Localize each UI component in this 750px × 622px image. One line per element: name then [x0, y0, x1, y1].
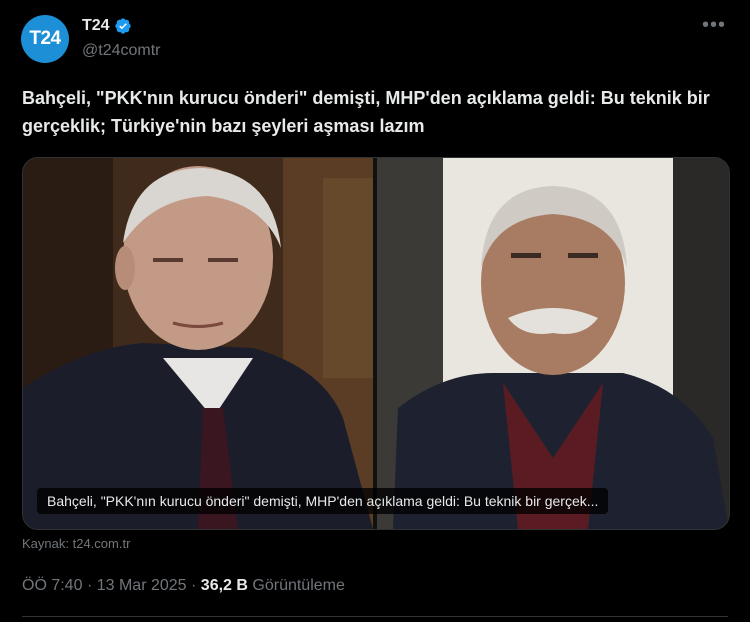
meta-separator: ·: [86, 577, 93, 594]
account-handle[interactable]: @t24comtr: [82, 42, 160, 60]
tweet-meta: ÖÖ 7:40 · 13 Mar 2025 · 36,2 B Görüntüle…: [22, 577, 345, 595]
news-photo: [23, 158, 729, 529]
verified-badge-icon[interactable]: [114, 17, 132, 35]
card-caption[interactable]: Bahçeli, "PKK'nın kurucu önderi" demişti…: [37, 488, 609, 514]
source-label: Kaynak:: [22, 536, 69, 551]
avatar-logo-text: T24: [29, 28, 61, 49]
link-card-image[interactable]: [22, 157, 730, 530]
tweet-text: Bahçeli, "PKK'nın kurucu önderi" demişti…: [22, 88, 710, 136]
account-name-row: T24: [82, 17, 132, 35]
display-name[interactable]: T24: [82, 17, 110, 35]
views-label: Görüntüleme: [252, 577, 345, 594]
tweet-date[interactable]: 13 Mar 2025: [97, 577, 187, 594]
meta-separator: ·: [191, 577, 197, 594]
divider: [22, 616, 728, 617]
account-avatar[interactable]: T24: [21, 15, 69, 63]
card-source[interactable]: Kaynak: t24.com.tr: [22, 536, 130, 551]
more-horizontal-icon[interactable]: •••: [702, 14, 726, 37]
tweet-time[interactable]: ÖÖ 7:40: [22, 577, 82, 594]
views-count: 36,2 B: [200, 577, 248, 594]
source-domain[interactable]: t24.com.tr: [73, 536, 131, 551]
